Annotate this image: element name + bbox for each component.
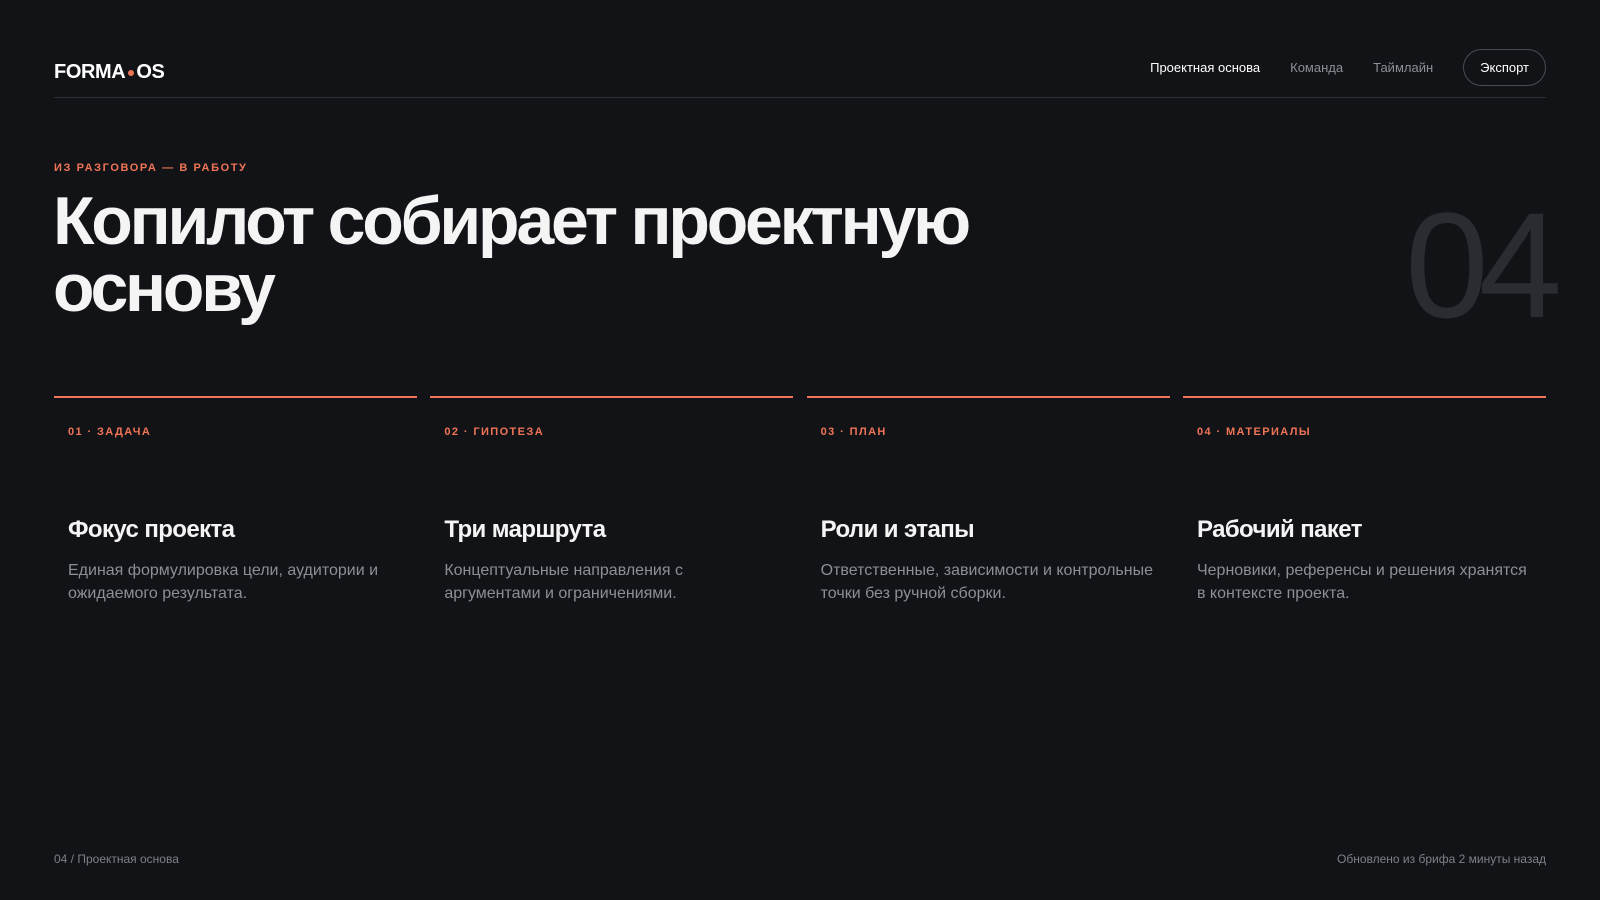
logo[interactable]: FORMA OS	[54, 61, 165, 84]
nav-item-project-base[interactable]: Проектная основа	[1150, 49, 1260, 86]
nav-item-timeline[interactable]: Таймлайн	[1373, 49, 1433, 86]
logo-dot-icon	[128, 69, 135, 76]
hero-eyebrow: ИЗ РАЗГОВОРА — В РАБОТУ	[54, 162, 248, 174]
logo-text-os: OS	[136, 61, 165, 83]
footer-breadcrumb: 04 / Проектная основа	[54, 852, 179, 866]
top-bar: FORMA OS Проектная основа Команда Таймла…	[54, 49, 1546, 98]
card-description: Концептуальные направления с аргументами…	[444, 562, 683, 602]
card-task: 01 · ЗАДАЧА Фокус проекта Единая формули…	[54, 396, 417, 605]
card-title: Роли и этапы	[820, 516, 975, 543]
main-nav: Проектная основа Команда Таймлайн Экспор…	[1120, 49, 1546, 86]
footer-status: Обновлено из брифа 2 минуты назад	[1337, 852, 1546, 866]
card-materials: 04 · МАТЕРИАЛЫ Рабочий пакет Черновики, …	[1182, 396, 1546, 605]
card-description: Ответственные, зависимости и контрольные…	[820, 562, 1153, 602]
card-tag: 02 · ГИПОТЕЗА	[444, 426, 545, 438]
page-title: Копилот собирает проектную основу	[53, 183, 971, 326]
logo-text-forma: FORMA	[54, 61, 126, 83]
feature-cards: 01 · ЗАДАЧА Фокус проекта Единая формули…	[54, 396, 1546, 605]
card-tag: 01 · ЗАДАЧА	[68, 426, 152, 438]
card-title: Три маршрута	[444, 516, 606, 543]
card-description: Черновики, референсы и решения хранятся …	[1196, 562, 1527, 602]
card-title: Рабочий пакет	[1196, 516, 1362, 543]
card-hypothesis: 02 · ГИПОТЕЗА Три маршрута Концептуальны…	[430, 396, 794, 605]
page: FORMA OS Проектная основа Команда Таймла…	[0, 0, 1600, 900]
card-tag: 03 · ПЛАН	[820, 426, 887, 438]
card-tag: 04 · МАТЕРИАЛЫ	[1196, 426, 1312, 438]
card-description: Единая формулировка цели, аудитории и ож…	[68, 562, 379, 602]
slide-number: 04	[1405, 181, 1562, 349]
card-title: Фокус проекта	[68, 516, 235, 543]
export-button[interactable]: Экспорт	[1463, 49, 1546, 86]
nav-item-team[interactable]: Команда	[1290, 49, 1343, 86]
card-plan: 03 · ПЛАН Роли и этапы Ответственные, за…	[806, 396, 1170, 605]
